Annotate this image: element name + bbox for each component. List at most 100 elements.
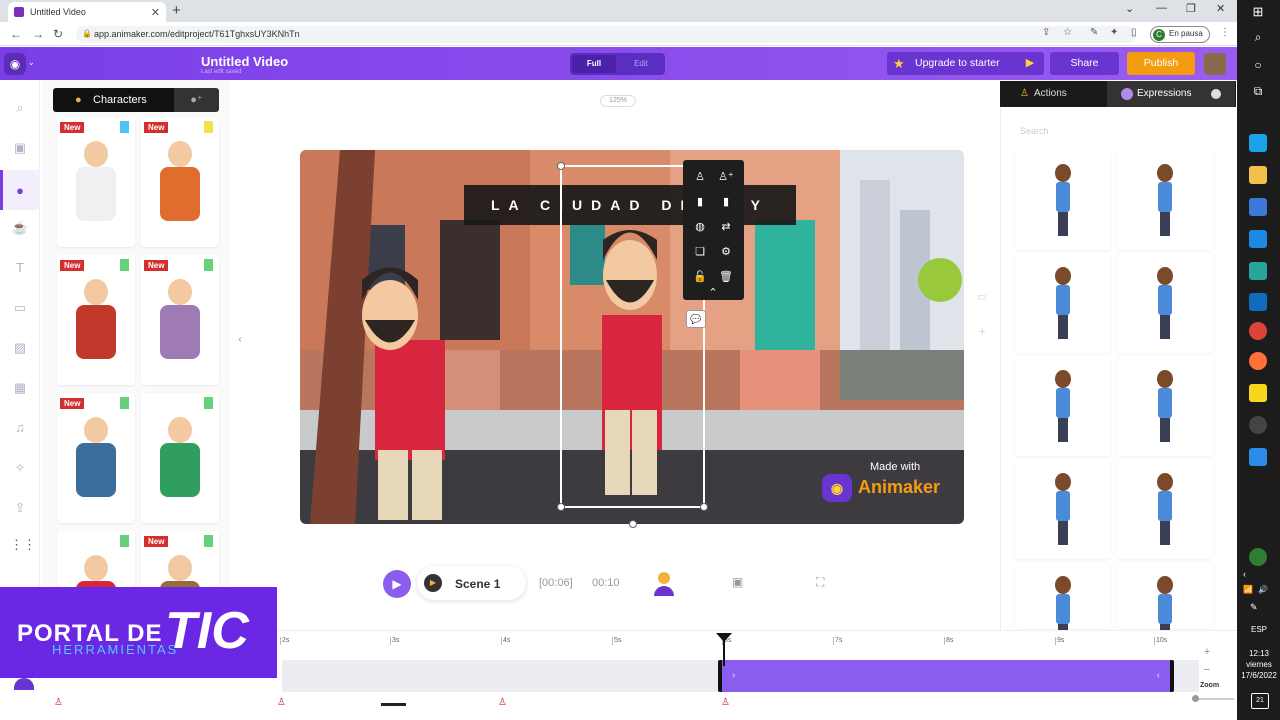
close-window-icon[interactable]: ✕ — [1216, 2, 1225, 15]
character-card[interactable] — [141, 393, 219, 523]
logo-menu-chevron-icon[interactable]: ⌄ — [28, 58, 35, 67]
file-explorer-icon[interactable] — [1249, 166, 1267, 184]
minimize-icon[interactable]: — — [1156, 2, 1167, 14]
swap-icon[interactable]: ⇄ — [715, 216, 737, 238]
close-panel-icon[interactable] — [1211, 89, 1221, 99]
bookmark-flag-icon[interactable] — [120, 535, 129, 547]
action-icon[interactable]: ♙ — [689, 166, 711, 188]
extension-icon[interactable]: ✎ — [1090, 27, 1098, 38]
playhead-marker-icon[interactable] — [716, 633, 732, 642]
task-view-icon[interactable]: ⧉ — [1249, 84, 1267, 102]
character-track-icon[interactable] — [654, 572, 674, 598]
characters-tab[interactable]: ● Characters — [53, 88, 174, 112]
play-scene-button[interactable]: ▶ — [424, 574, 442, 592]
props-icon[interactable]: ☕ — [10, 218, 30, 238]
pose-thumbnail[interactable] — [1117, 356, 1213, 456]
exit-effect-icon[interactable]: ▮ — [715, 191, 737, 213]
reload-icon[interactable]: ↻ — [53, 27, 63, 41]
pose-thumbnail[interactable] — [1015, 562, 1111, 648]
pose-thumbnail[interactable] — [1015, 150, 1111, 250]
character-card[interactable]: New — [57, 393, 135, 523]
character-card[interactable]: New — [57, 117, 135, 247]
media-player-icon[interactable] — [1249, 448, 1267, 466]
effects-icon[interactable]: ✧ — [10, 458, 30, 478]
expressions-tab[interactable]: Expressions — [1107, 81, 1235, 107]
my-library-icon[interactable]: ▣ — [10, 138, 30, 158]
clip-right-handle-icon[interactable]: ‹ — [1157, 660, 1160, 692]
sidebar-icon[interactable]: ▯ — [1131, 27, 1137, 38]
taskbar-search-icon[interactable]: ⌕ — [1249, 30, 1267, 48]
resize-handle[interactable] — [557, 162, 565, 170]
stage-comment-icon[interactable]: ▭ — [977, 292, 986, 303]
puzzle-icon[interactable]: ✦ — [1110, 27, 1118, 38]
share-button[interactable]: Share — [1050, 52, 1119, 75]
video-icon[interactable]: ▦ — [10, 378, 30, 398]
stage-add-icon[interactable]: + — [979, 326, 985, 338]
character-card[interactable]: New — [141, 255, 219, 385]
pen-icon[interactable]: ✎ — [1250, 602, 1258, 613]
chrome-icon[interactable] — [1249, 322, 1267, 340]
character-card[interactable]: New — [141, 117, 219, 247]
background-icon[interactable]: ▭ — [10, 298, 30, 318]
collapse-panel-icon[interactable]: ‹ — [232, 270, 248, 410]
cortana-icon[interactable]: ○ — [1249, 58, 1267, 76]
resize-handle[interactable] — [700, 503, 708, 511]
apps-grid-icon[interactable]: ⋮⋮ — [10, 535, 36, 555]
edit-mode-button[interactable]: Edit — [620, 55, 662, 73]
character-card[interactable] — [57, 531, 135, 635]
back-icon[interactable]: ← — [10, 27, 22, 41]
bookmark-flag-icon[interactable] — [204, 259, 213, 271]
bookmark-star-icon[interactable]: ☆ — [1063, 27, 1072, 38]
lock-icon[interactable]: 🔒 — [82, 29, 92, 38]
browser-tab[interactable]: Untitled Video ✕ — [8, 2, 166, 22]
character-card[interactable]: New — [57, 255, 135, 385]
toolbar-collapse-chevron-icon[interactable]: ⌃ — [702, 287, 724, 299]
rotate-handle[interactable] — [629, 520, 637, 528]
animaker-logo-icon[interactable]: ◉ — [4, 53, 26, 75]
upload-icon[interactable]: ⇪ — [10, 498, 30, 518]
scene-name[interactable]: Scene 1 — [455, 577, 500, 591]
zoom-in-icon[interactable]: + — [1201, 646, 1213, 658]
bookmark-flag-icon[interactable] — [120, 259, 129, 271]
keep-icon[interactable] — [1249, 384, 1267, 402]
canvas-zoom-select[interactable]: 125% — [600, 95, 636, 107]
clip-left-handle-icon[interactable]: › — [732, 660, 735, 692]
preview-play-button[interactable]: ▶ — [1019, 52, 1041, 75]
tray-chevron-icon[interactable]: ‹ — [1243, 569, 1246, 579]
images-icon[interactable]: ▨ — [10, 338, 30, 358]
bookmark-flag-icon[interactable] — [204, 121, 213, 133]
character-card[interactable]: New — [141, 531, 219, 635]
help-icon[interactable] — [1249, 548, 1267, 566]
project-title[interactable]: Untitled Video — [201, 54, 288, 69]
bookmark-flag-icon[interactable] — [204, 397, 213, 409]
bookmark-flag-icon[interactable] — [120, 397, 129, 409]
zoom-slider-knob[interactable] — [1192, 695, 1199, 702]
url-field[interactable]: app.animaker.com/editproject/T61TghxsUY3… — [76, 26, 1136, 43]
store-icon[interactable] — [1249, 198, 1267, 216]
scene-thumb-icon[interactable]: ♙ — [277, 697, 286, 708]
lock-toggle-icon[interactable]: 🔓 — [689, 266, 711, 288]
comment-icon[interactable]: 💬 — [686, 310, 706, 328]
search-icon[interactable]: ⌕ — [10, 98, 30, 118]
edge-icon[interactable] — [1249, 134, 1267, 152]
pose-thumbnail[interactable] — [1117, 150, 1213, 250]
play-all-button[interactable]: ▶ — [383, 570, 411, 598]
browser-menu-icon[interactable]: ⋮ — [1220, 27, 1230, 38]
characters-icon[interactable]: ● — [10, 181, 30, 201]
share-page-icon[interactable]: ⇪ — [1042, 27, 1050, 38]
language-indicator[interactable]: ESP — [1238, 625, 1280, 634]
user-avatar[interactable] — [1204, 53, 1226, 75]
volume-icon[interactable]: 🔊 — [1258, 585, 1268, 594]
taskbar-clock[interactable]: 12:13 viernes 17/6/2022 — [1238, 648, 1280, 681]
pose-thumbnail[interactable] — [1117, 562, 1213, 648]
zoom-out-icon[interactable]: − — [1201, 664, 1213, 676]
firefox-icon[interactable] — [1249, 352, 1267, 370]
add-action-icon[interactable]: ♙⁺ — [715, 166, 737, 188]
duplicate-icon[interactable]: ❏ — [689, 241, 711, 263]
pose-thumbnail[interactable] — [1117, 459, 1213, 559]
screen-size-icon[interactable]: ▣ — [732, 575, 743, 589]
pose-thumbnail[interactable] — [1015, 253, 1111, 353]
fit-screen-icon[interactable]: ⛶ — [816, 575, 824, 590]
forward-icon[interactable]: → — [32, 27, 44, 41]
dropbox-icon[interactable] — [1249, 230, 1267, 248]
